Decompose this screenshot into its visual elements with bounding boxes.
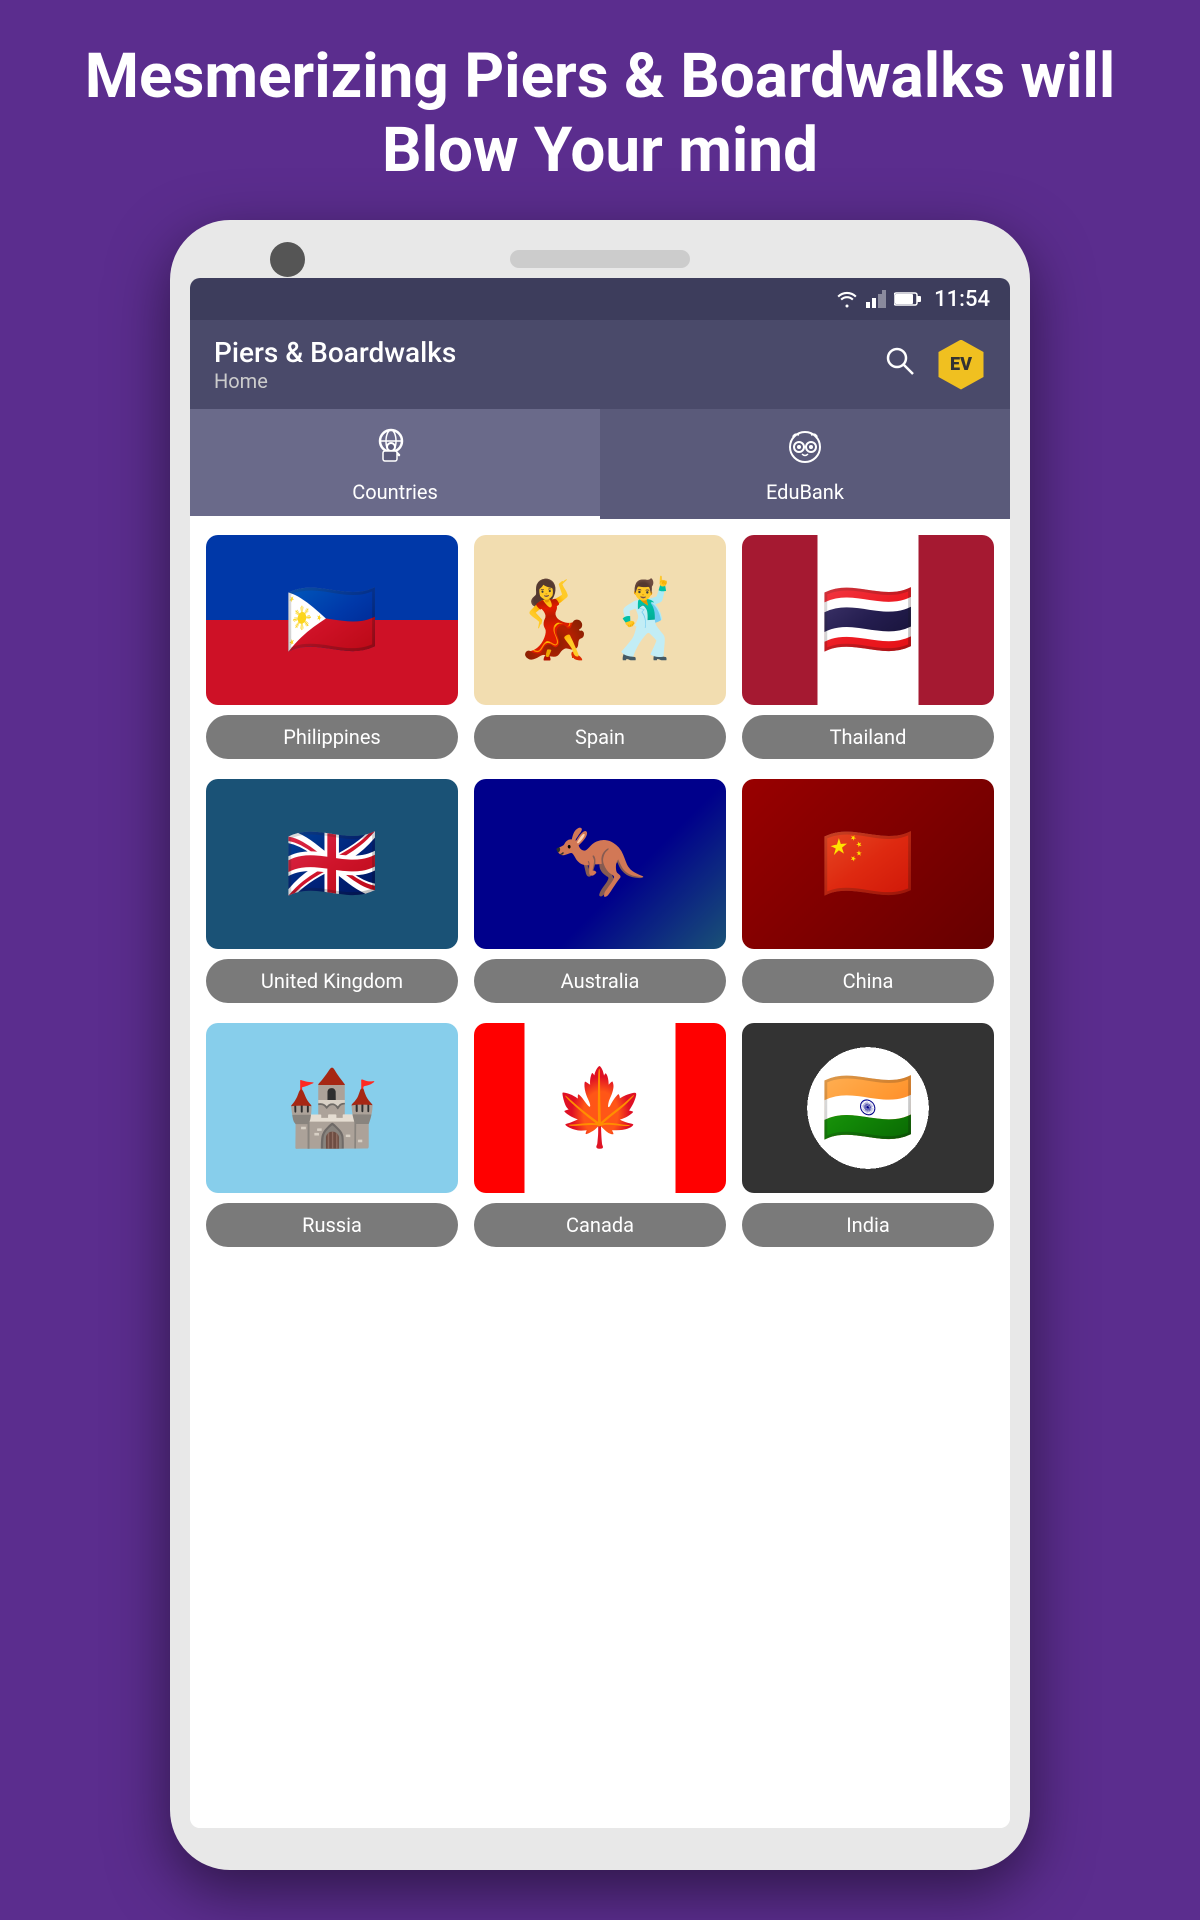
search-icon [884,345,916,377]
app-bar-title-area: Piers & Boardwalks Home [214,336,456,393]
india-label: India [742,1203,994,1247]
country-image-russia: 🏰 [206,1023,458,1193]
spain-flag-emoji: 💃🕺 [507,576,694,664]
canada-flag-emoji: 🍁 [553,1064,646,1152]
app-bar-actions: EV [884,340,986,390]
status-icons [836,290,922,308]
china-label: China [742,959,994,1003]
signal-icon [866,290,886,308]
country-image-spain: 💃🕺 [474,535,726,705]
wifi-icon [836,290,858,308]
philippines-flag-emoji: 🇵🇭 [285,576,378,664]
tab-edubank-label: EduBank [766,480,844,504]
battery-icon [894,291,922,307]
philippines-label: Philippines [206,715,458,759]
owl-icon [785,425,825,465]
app-bar-title: Piers & Boardwalks [214,336,456,369]
tab-edubank[interactable]: EduBank [600,409,1010,519]
country-card-canada[interactable]: 🍁 Canada [474,1023,726,1247]
australia-flag-emoji: 🦘 [553,820,646,908]
phone-top-bar [190,240,1010,278]
speaker [510,250,690,268]
thailand-label: Thailand [742,715,994,759]
country-image-australia: 🦘 [474,779,726,949]
phone-screen: 11:54 Piers & Boardwalks Home EV [190,278,1010,1828]
phone-frame: 11:54 Piers & Boardwalks Home EV [170,220,1030,1870]
india-flag-emoji: 🇮🇳 [821,1064,914,1152]
status-bar: 11:54 [190,278,1010,320]
country-card-thailand[interactable]: 🇹🇭 Thailand [742,535,994,759]
country-image-canada: 🍁 [474,1023,726,1193]
thailand-flag-emoji: 🇹🇭 [821,576,914,664]
country-card-russia[interactable]: 🏰 Russia [206,1023,458,1247]
spain-label: Spain [474,715,726,759]
tab-countries-label: Countries [352,480,438,504]
uk-label: United Kingdom [206,959,458,1003]
country-card-philippines[interactable]: 🇵🇭 Philippines [206,535,458,759]
country-image-uk: 🇬🇧 [206,779,458,949]
country-image-thailand: 🇹🇭 [742,535,994,705]
country-image-philippines: 🇵🇭 [206,535,458,705]
country-card-china[interactable]: 🇨🇳 China [742,779,994,1003]
grid-row-1: 🇵🇭 Philippines 💃🕺 Spain 🇹🇭 Thai [206,535,994,759]
australia-label: Australia [474,959,726,1003]
tab-bar: Countries EduBank [190,409,1010,519]
canada-label: Canada [474,1203,726,1247]
russia-flag-emoji: 🏰 [285,1064,378,1152]
uk-flag-emoji: 🇬🇧 [285,820,378,908]
camera [270,242,305,277]
hero-title: Mesmerizing Piers & Boardwalks will Blow… [0,0,1200,219]
countries-grid: 🇵🇭 Philippines 💃🕺 Spain 🇹🇭 Thai [190,519,1010,1828]
china-flag-emoji: 🇨🇳 [821,820,914,908]
app-bar: Piers & Boardwalks Home EV [190,320,1010,409]
country-card-uk[interactable]: 🇬🇧 United Kingdom [206,779,458,1003]
country-image-india: 🇮🇳 [742,1023,994,1193]
search-button[interactable] [884,345,916,384]
country-card-spain[interactable]: 💃🕺 Spain [474,535,726,759]
tab-countries[interactable]: Countries [190,409,600,519]
grid-row-3: 🏰 Russia 🍁 Canada 🇮🇳 India [206,1023,994,1247]
russia-label: Russia [206,1203,458,1247]
grid-row-2: 🇬🇧 United Kingdom 🦘 Australia 🇨🇳 [206,779,994,1003]
time-display: 11:54 [934,287,990,312]
globe-search-icon [375,425,415,465]
ev-badge[interactable]: EV [936,340,986,390]
country-card-india[interactable]: 🇮🇳 India [742,1023,994,1247]
countries-tab-icon [375,425,415,474]
country-card-australia[interactable]: 🦘 Australia [474,779,726,1003]
edubank-tab-icon [785,425,825,474]
country-image-china: 🇨🇳 [742,779,994,949]
app-bar-subtitle: Home [214,369,456,393]
